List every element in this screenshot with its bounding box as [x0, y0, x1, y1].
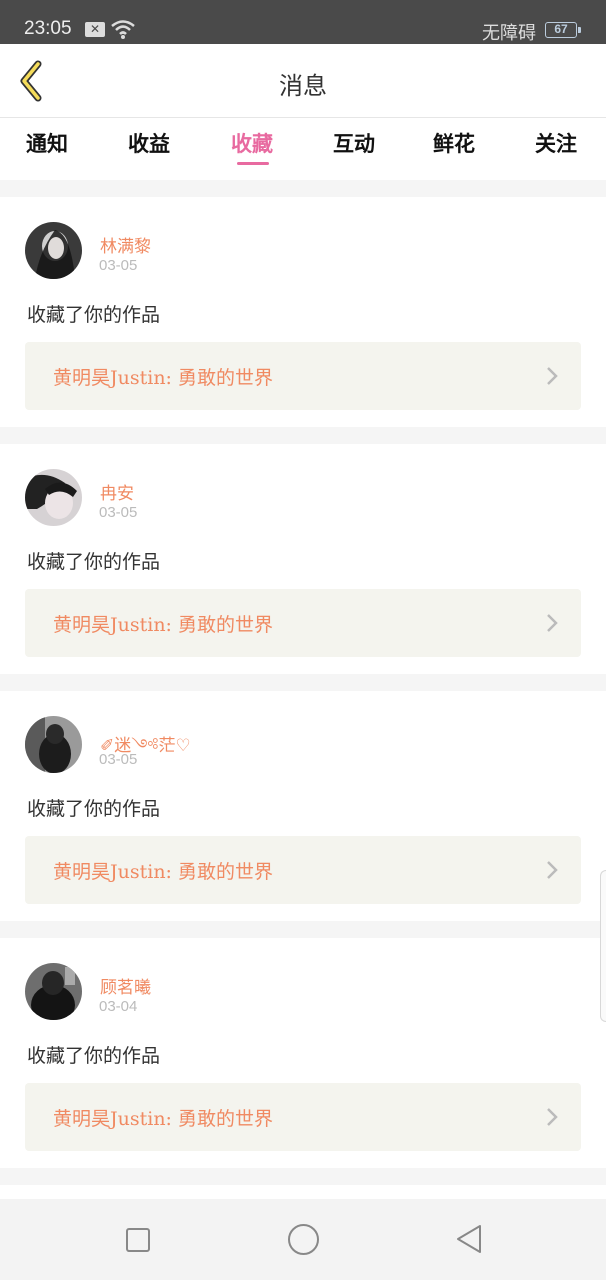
message-date: 03-05 — [99, 257, 138, 274]
message-date: 03-05 — [99, 504, 138, 521]
list-item-partial — [0, 1185, 606, 1199]
recent-apps-icon[interactable] — [126, 1228, 150, 1252]
username[interactable]: 林满黎 — [100, 232, 151, 257]
notification-icon: ✕ — [85, 22, 105, 37]
tab-favorites[interactable]: 收藏 — [231, 128, 273, 158]
tab-follow[interactable]: 关注 — [535, 128, 577, 158]
message-text: 收藏了你的作品 — [27, 1045, 161, 1067]
work-title: 黄明昊Justin: 勇敢的世界 — [53, 1108, 273, 1130]
chevron-right-icon — [547, 367, 558, 385]
page-title: 消息 — [279, 72, 327, 100]
accessibility-label: 无障碍 — [482, 23, 536, 44]
tab-interaction[interactable]: 互动 — [333, 128, 375, 158]
active-tab-indicator — [237, 162, 269, 165]
tab-bar: 通知 收益 收藏 互动 鲜花 关注 — [0, 118, 606, 180]
tab-notice[interactable]: 通知 — [26, 128, 68, 158]
chevron-right-icon — [547, 1108, 558, 1126]
message-text: 收藏了你的作品 — [27, 798, 161, 820]
work-link[interactable]: 黄明昊Justin: 勇敢的世界 — [25, 836, 581, 904]
status-bar: 23:05 ✕ 无障碍 67 — [0, 0, 606, 44]
tab-flowers[interactable]: 鲜花 — [433, 128, 475, 158]
work-link[interactable]: 黄明昊Justin: 勇敢的世界 — [25, 1083, 581, 1151]
wifi-icon — [111, 20, 135, 39]
chevron-right-icon — [547, 861, 558, 879]
avatar[interactable] — [25, 469, 82, 526]
list-item[interactable]: 林满黎 03-05 收藏了你的作品 黄明昊Justin: 勇敢的世界 — [0, 197, 606, 427]
username[interactable]: 顾茗曦 — [100, 973, 151, 998]
avatar[interactable] — [25, 222, 82, 279]
side-drawer-handle[interactable] — [600, 870, 606, 1022]
back-triangle-icon[interactable] — [454, 1223, 484, 1255]
work-title: 黄明昊Justin: 勇敢的世界 — [53, 861, 273, 883]
avatar[interactable] — [25, 963, 82, 1020]
message-text: 收藏了你的作品 — [27, 304, 161, 326]
message-text: 收藏了你的作品 — [27, 551, 161, 573]
battery-icon: 67 — [545, 22, 581, 38]
message-date: 03-05 — [99, 751, 138, 768]
username[interactable]: 冉安 — [100, 479, 134, 504]
work-title: 黄明昊Justin: 勇敢的世界 — [53, 367, 273, 389]
home-icon[interactable] — [288, 1224, 319, 1255]
status-time: 23:05 — [24, 18, 72, 39]
list-item[interactable]: 冉安 03-05 收藏了你的作品 黄明昊Justin: 勇敢的世界 — [0, 444, 606, 674]
work-title: 黄明昊Justin: 勇敢的世界 — [53, 614, 273, 636]
message-date: 03-04 — [99, 998, 138, 1015]
list-item[interactable]: 顾茗曦 03-04 收藏了你的作品 黄明昊Justin: 勇敢的世界 — [0, 938, 606, 1168]
list-item[interactable]: ✐迷༺茫♡ 03-05 收藏了你的作品 黄明昊Justin: 勇敢的世界 — [0, 691, 606, 921]
chevron-right-icon — [547, 614, 558, 632]
nav-bar: 消息 — [0, 44, 606, 118]
tab-earnings[interactable]: 收益 — [128, 128, 170, 158]
system-nav-bar — [0, 1199, 606, 1280]
avatar[interactable] — [25, 716, 82, 773]
work-link[interactable]: 黄明昊Justin: 勇敢的世界 — [25, 342, 581, 410]
work-link[interactable]: 黄明昊Justin: 勇敢的世界 — [25, 589, 581, 657]
